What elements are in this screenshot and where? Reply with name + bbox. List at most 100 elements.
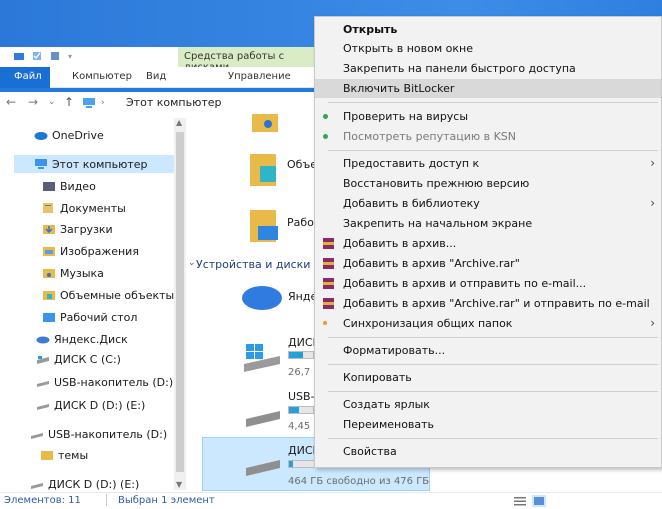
yandex-disk-icon[interactable]	[238, 280, 284, 314]
menu-item-add-to-library[interactable]: Добавить в библиотеку ›	[315, 194, 661, 213]
menu-item-create-shortcut[interactable]: Создать ярлык	[315, 395, 661, 414]
menu-item-archive-rar-email[interactable]: Добавить в архив "Archive.rar" и отправи…	[315, 294, 661, 313]
music-folder-icon	[43, 269, 55, 278]
3d-objects-folder-icon[interactable]	[248, 150, 282, 190]
video-folder-icon	[43, 182, 55, 191]
folder-small-icon[interactable]	[14, 51, 24, 61]
3d-objects-folder-icon	[43, 291, 55, 300]
device-label[interactable]: USB-	[288, 390, 315, 403]
breadcrumb[interactable]: Этот компьютер	[126, 96, 222, 109]
properties-icon[interactable]	[32, 51, 42, 61]
desktop-folder-icon[interactable]	[248, 208, 282, 246]
sidebar-item-label: Рабочий стол	[60, 310, 138, 324]
menu-item-format[interactable]: Форматировать...	[315, 341, 661, 360]
sidebar-item-drive-e-root[interactable]: ДИСК D (D:) (E:)	[30, 475, 139, 493]
menu-item-copy[interactable]: Копировать	[315, 368, 661, 387]
status-divider	[106, 494, 107, 506]
tab-computer[interactable]: Компьютер	[72, 71, 132, 82]
drive-icon	[31, 483, 43, 489]
menu-item-sync-folders[interactable]: Синхронизация общих папок ›	[315, 314, 661, 333]
sidebar-item-label: Документы	[60, 201, 126, 215]
sidebar-item-usb-d-root[interactable]: USB-накопитель (D:)	[30, 425, 167, 443]
tab-file[interactable]: Файл	[0, 67, 50, 88]
sidebar-item-3d-objects[interactable]: Объемные объекты	[42, 286, 174, 304]
folder-label[interactable]: Объе	[287, 158, 317, 171]
scroll-up-icon[interactable]: ▲	[176, 118, 182, 127]
sidebar-item-label: Яндекс.Диск	[54, 332, 128, 346]
menu-item-pin-start[interactable]: Закрепить на начальном экране	[315, 214, 661, 233]
usb-drive-icon[interactable]	[244, 403, 282, 429]
nav-scrollbar-thumb[interactable]	[176, 132, 184, 472]
sidebar-item-themes[interactable]: темы	[40, 446, 88, 464]
menu-item-restore-previous[interactable]: Восстановить прежнюю версию	[315, 174, 661, 193]
recent-dropdown-icon[interactable]: ⌄	[48, 97, 56, 107]
sidebar-item-label: ДИСК D (D:) (E:)	[48, 477, 140, 491]
folder-label[interactable]: Рабо	[287, 216, 314, 229]
sidebar-item-this-pc[interactable]: Этот компьютер	[14, 155, 174, 173]
sidebar-item-yandex-disk[interactable]: Яндекс.Диск	[36, 330, 128, 348]
computer-icon	[83, 98, 95, 108]
menu-item-add-archive[interactable]: Добавить в архив...	[315, 234, 661, 253]
details-view-icon[interactable]	[514, 496, 526, 506]
sidebar-item-pictures[interactable]: Изображения	[42, 242, 139, 260]
sidebar-item-drive-c[interactable]: ДИСК C (C:)	[36, 350, 121, 368]
usb-drive-icon	[31, 433, 43, 439]
sidebar-item-label: USB-накопитель (D:)	[54, 375, 174, 389]
windows-drive-icon[interactable]	[242, 342, 282, 374]
sidebar-item-video[interactable]: Видео	[42, 177, 96, 195]
menu-item-enable-bitlocker[interactable]: Включить BitLocker	[315, 79, 661, 98]
menu-item-scan-viruses[interactable]: Проверить на вирусы	[315, 107, 661, 126]
winrar-icon	[323, 298, 334, 309]
scroll-down-icon[interactable]: ▼	[176, 480, 182, 489]
large-icons-view-icon[interactable]	[532, 495, 546, 507]
sidebar-item-onedrive[interactable]: OneDrive	[34, 126, 104, 144]
devices-group-header[interactable]: Устройства и диски (	[196, 258, 318, 271]
menu-item-add-archive-rar[interactable]: Добавить в архив "Archive.rar"	[315, 254, 661, 273]
pictures-folder-icon	[43, 247, 55, 256]
desktop-folder-icon	[43, 313, 55, 322]
menu-item-label: Закрепить на начальном экране	[343, 217, 533, 230]
menu-item-pin-quick-access[interactable]: Закрепить на панели быстрого доступа	[315, 59, 661, 78]
menu-separator	[328, 102, 658, 103]
documents-folder-icon	[43, 203, 53, 213]
up-arrow-icon[interactable]: ↑	[64, 95, 74, 109]
menu-item-label: Добавить в библиотеку	[343, 197, 480, 210]
forward-arrow-icon[interactable]: →	[28, 95, 38, 109]
qat-dropdown-icon[interactable]: ▾	[68, 52, 72, 61]
capacity-fill	[289, 352, 304, 358]
drive-icon	[37, 356, 49, 364]
menu-item-archive-email[interactable]: Добавить в архив и отправить по e-mail..…	[315, 274, 661, 293]
menu-item-rename[interactable]: Переименовать	[315, 415, 661, 434]
menu-item-open-new-window[interactable]: Открыть в новом окне	[315, 39, 661, 58]
sidebar-item-music[interactable]: Музыка	[42, 264, 104, 282]
menu-item-label: Синхронизация общих папок	[343, 317, 513, 330]
sidebar-item-usb-d[interactable]: USB-накопитель (D:)	[36, 373, 173, 391]
menu-item-properties[interactable]: Свойства	[315, 442, 661, 461]
tab-view[interactable]: Вид	[146, 71, 166, 82]
menu-item-ksn-reputation[interactable]: Посмотреть репутацию в KSN	[315, 127, 661, 146]
sidebar-item-drive-e[interactable]: ДИСК D (D:) (E:)	[36, 396, 145, 414]
item-count: Элементов: 11	[4, 495, 81, 506]
sidebar-item-downloads[interactable]: Загрузки	[42, 220, 113, 238]
menu-separator	[328, 337, 658, 338]
file-explorer-window: ▾ Средства работы с дисками Файл Компьют…	[0, 0, 662, 509]
capacity-fill	[289, 407, 299, 413]
sidebar-item-label: ДИСК D (D:) (E:)	[54, 398, 146, 412]
device-label[interactable]: Янде	[288, 290, 317, 303]
sidebar-item-documents[interactable]: Документы	[42, 199, 126, 217]
new-folder-icon[interactable]	[50, 51, 60, 61]
drive-icon[interactable]	[244, 452, 282, 478]
sidebar-item-label: USB-накопитель (D:)	[48, 427, 168, 441]
disk-tools-context-label: Средства работы с дисками	[178, 47, 316, 73]
usb-drive-icon	[37, 381, 49, 387]
menu-item-share-with[interactable]: Предоставить доступ к ›	[315, 154, 661, 173]
back-arrow-icon[interactable]: ←	[6, 95, 16, 109]
breadcrumb-chevron-icon: ›	[101, 98, 105, 108]
sidebar-item-desktop[interactable]: Рабочий стол	[42, 308, 137, 326]
collapse-group-icon[interactable]: ⌄	[188, 258, 196, 268]
menu-item-label: Закрепить на панели быстрого доступа	[343, 62, 576, 75]
winrar-icon	[323, 258, 334, 269]
music-folder-icon[interactable]	[250, 114, 280, 134]
tab-manage[interactable]: Управление	[228, 71, 291, 82]
menu-item-open[interactable]: Открыть	[315, 20, 661, 39]
